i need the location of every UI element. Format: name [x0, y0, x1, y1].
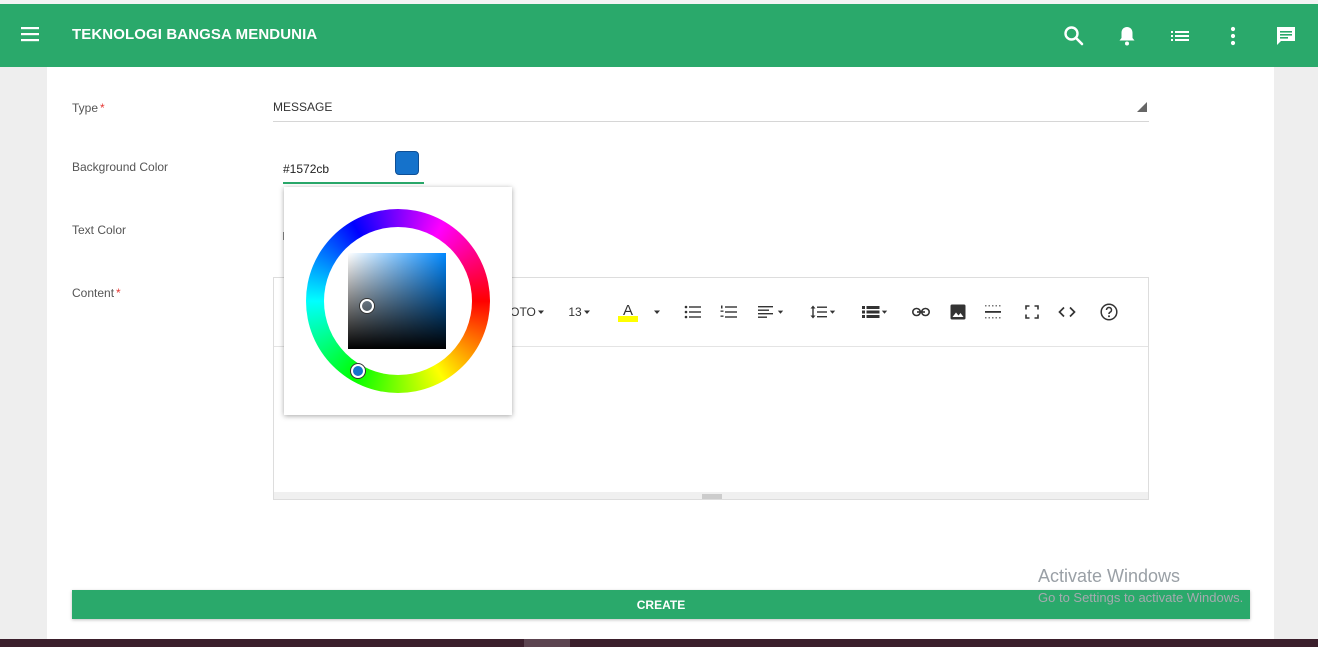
color-picker-popup	[284, 187, 512, 415]
menu-icon[interactable]	[20, 24, 40, 44]
chat-icon[interactable]	[1274, 24, 1298, 48]
text-color-label: Text Color	[72, 223, 127, 237]
taskbar-item[interactable]	[524, 639, 570, 647]
search-icon[interactable]	[1062, 24, 1086, 48]
highlight-color-bar	[618, 315, 638, 322]
hr-icon[interactable]	[984, 301, 1002, 323]
resize-grip-icon	[702, 494, 722, 499]
caret-down-icon	[777, 310, 783, 314]
highlight-color-dropdown[interactable]	[651, 301, 663, 323]
triangle-down-icon	[1137, 102, 1147, 112]
required-marker: *	[100, 101, 105, 115]
saturation-handle[interactable]	[360, 299, 374, 313]
highlight-color-button[interactable]: A	[618, 301, 638, 323]
required-marker: *	[116, 286, 121, 300]
fullscreen-icon[interactable]	[1024, 301, 1040, 323]
font-size-dropdown[interactable]: 13	[567, 301, 593, 323]
type-select-value: MESSAGE	[273, 100, 333, 114]
caret-down-icon	[654, 310, 660, 314]
ordered-list-icon[interactable]	[720, 301, 738, 323]
page-gutter-right	[1274, 67, 1318, 639]
code-view-icon[interactable]	[1057, 301, 1077, 323]
editor-resize-bar[interactable]	[274, 492, 1148, 499]
app-title: TEKNOLOGI BANGSA MENDUNIA	[72, 26, 318, 43]
font-size-value: 13	[568, 305, 582, 319]
caret-down-icon	[583, 310, 590, 314]
page-gutter-left	[0, 67, 47, 639]
activate-windows-subtitle: Go to Settings to activate Windows.	[1038, 590, 1244, 605]
caret-down-icon	[537, 310, 544, 314]
link-icon[interactable]	[911, 301, 931, 323]
caret-down-icon	[881, 310, 887, 314]
content-label: Content *	[72, 286, 121, 300]
more-vert-icon[interactable]	[1221, 24, 1245, 48]
table-icon[interactable]	[861, 301, 889, 323]
type-label: Type *	[72, 101, 105, 115]
taskbar	[0, 639, 1318, 647]
image-icon[interactable]	[949, 301, 967, 323]
activate-windows-title: Activate Windows	[1038, 566, 1181, 586]
caret-down-icon	[829, 310, 835, 314]
line-height-icon[interactable]	[808, 301, 838, 323]
app-bar: TEKNOLOGI BANGSA MENDUNIA	[0, 4, 1318, 67]
type-select[interactable]: MESSAGE	[273, 96, 1149, 122]
background-color-swatch[interactable]	[395, 151, 419, 175]
bell-icon[interactable]	[1115, 24, 1139, 48]
hue-handle[interactable]	[351, 364, 365, 378]
font-name-value: OTO	[510, 305, 536, 319]
align-icon[interactable]	[757, 301, 785, 323]
unordered-list-icon[interactable]	[684, 301, 702, 323]
list-icon[interactable]	[1168, 24, 1192, 48]
background-color-label: Background Color	[72, 160, 169, 174]
help-icon[interactable]	[1099, 301, 1119, 323]
font-name-dropdown[interactable]: OTO	[510, 301, 546, 323]
